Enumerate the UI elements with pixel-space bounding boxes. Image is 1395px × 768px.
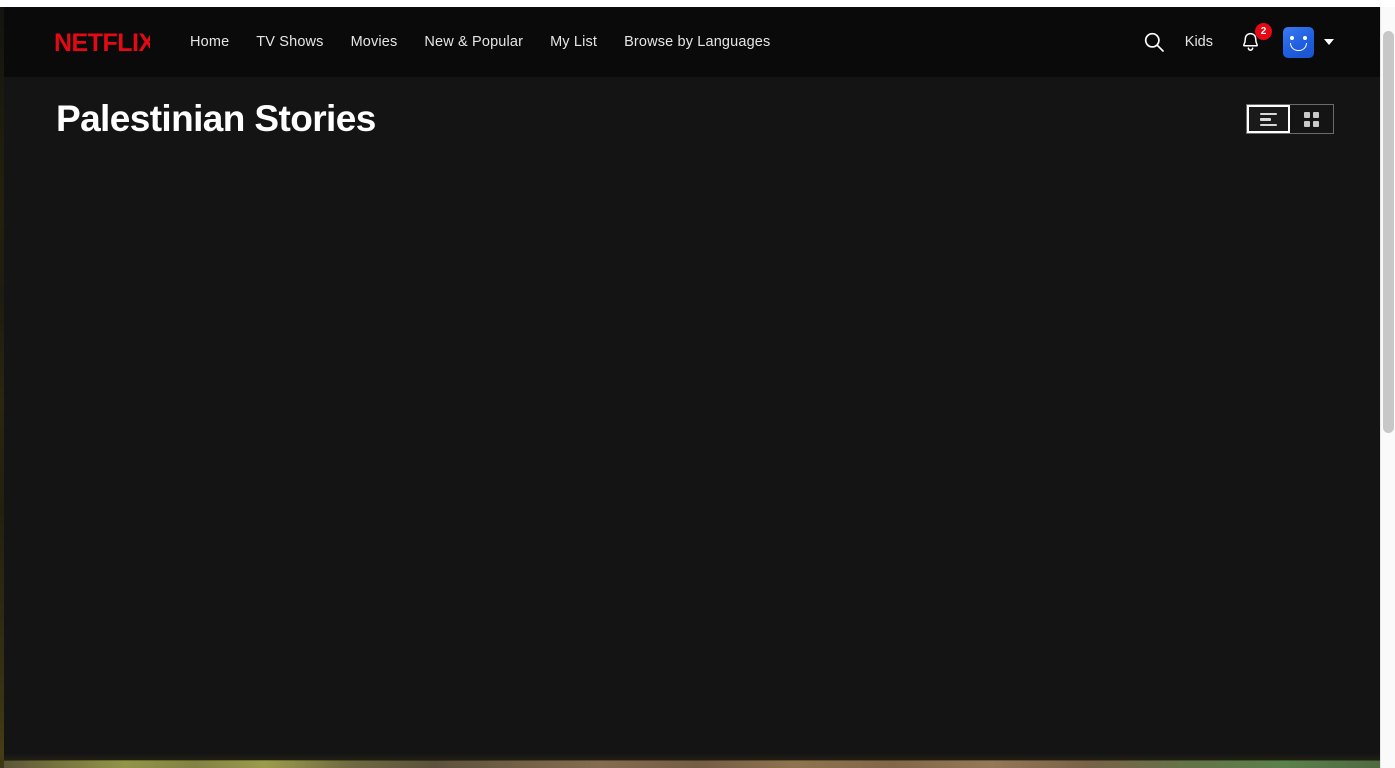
nav-tv-shows[interactable]: TV Shows xyxy=(256,34,323,50)
browser-chrome-edge xyxy=(0,0,1395,7)
list-view-icon-bar xyxy=(1260,112,1277,116)
grid-view-toggle-button[interactable] xyxy=(1290,105,1333,134)
nav-item: New & Popular xyxy=(424,33,523,51)
smiley-avatar-icon xyxy=(1283,26,1314,58)
avatar-eye-right xyxy=(1303,35,1307,40)
browser-viewport: NETFLIX Home TV Shows Movies New & Popul… xyxy=(0,0,1395,768)
primary-navigation: Home TV Shows Movies New & Popular My Li… xyxy=(190,33,770,51)
netflix-logo[interactable]: NETFLIX xyxy=(54,29,150,56)
nav-item: TV Shows xyxy=(256,33,323,51)
kids-link[interactable]: Kids xyxy=(1185,34,1213,50)
page-header-row: Palestinian Stories xyxy=(3,77,1382,141)
results-region xyxy=(3,141,1382,701)
nav-my-list[interactable]: My List xyxy=(550,34,597,50)
page-title: Palestinian Stories xyxy=(56,98,376,139)
view-mode-toggle-group xyxy=(1246,104,1334,135)
nav-movies[interactable]: Movies xyxy=(351,34,398,50)
vertical-scrollbar[interactable] xyxy=(1380,7,1395,768)
primary-nav-list: Home TV Shows Movies New & Popular My Li… xyxy=(190,33,770,51)
list-view-toggle-button[interactable] xyxy=(1247,105,1290,134)
search-button[interactable] xyxy=(1137,25,1171,59)
avatar-eye-left xyxy=(1290,35,1294,40)
grid-view-icon xyxy=(1304,111,1319,127)
list-view-icon-bar xyxy=(1260,123,1277,127)
grid-view-icon-cell xyxy=(1304,111,1310,118)
avatar-smile xyxy=(1290,42,1307,51)
nav-item: Movies xyxy=(351,33,398,51)
chevron-down-icon xyxy=(1324,39,1334,45)
list-view-icon xyxy=(1260,112,1277,127)
page-body: Palestinian Stories xyxy=(3,77,1382,761)
page-edge-bleed-left xyxy=(0,7,4,768)
site-header: NETFLIX Home TV Shows Movies New & Popul… xyxy=(3,7,1382,77)
account-menu[interactable] xyxy=(1283,26,1334,58)
search-icon xyxy=(1144,32,1164,52)
nav-new-and-popular[interactable]: New & Popular xyxy=(424,34,523,50)
nav-home[interactable]: Home xyxy=(190,34,229,50)
notifications-button[interactable]: 2 xyxy=(1235,23,1272,58)
header-actions: Kids 2 xyxy=(1137,23,1382,59)
vertical-scrollbar-thumb[interactable] xyxy=(1383,31,1394,433)
grid-view-icon-cell xyxy=(1304,120,1310,127)
page-edge-bleed-bottom xyxy=(0,760,1395,768)
grid-view-icon-cell xyxy=(1313,120,1319,127)
nav-item: My List xyxy=(550,33,597,51)
nav-item: Home xyxy=(190,33,229,51)
nav-item: Browse by Languages xyxy=(624,33,770,51)
list-view-icon-bar xyxy=(1260,118,1271,121)
netflix-logo-text: NETFLIX xyxy=(54,29,150,56)
notification-badge: 2 xyxy=(1255,23,1272,40)
grid-view-icon-cell xyxy=(1313,111,1319,118)
nav-browse-by-languages[interactable]: Browse by Languages xyxy=(624,34,770,50)
netflix-app-surface: NETFLIX Home TV Shows Movies New & Popul… xyxy=(3,7,1382,761)
